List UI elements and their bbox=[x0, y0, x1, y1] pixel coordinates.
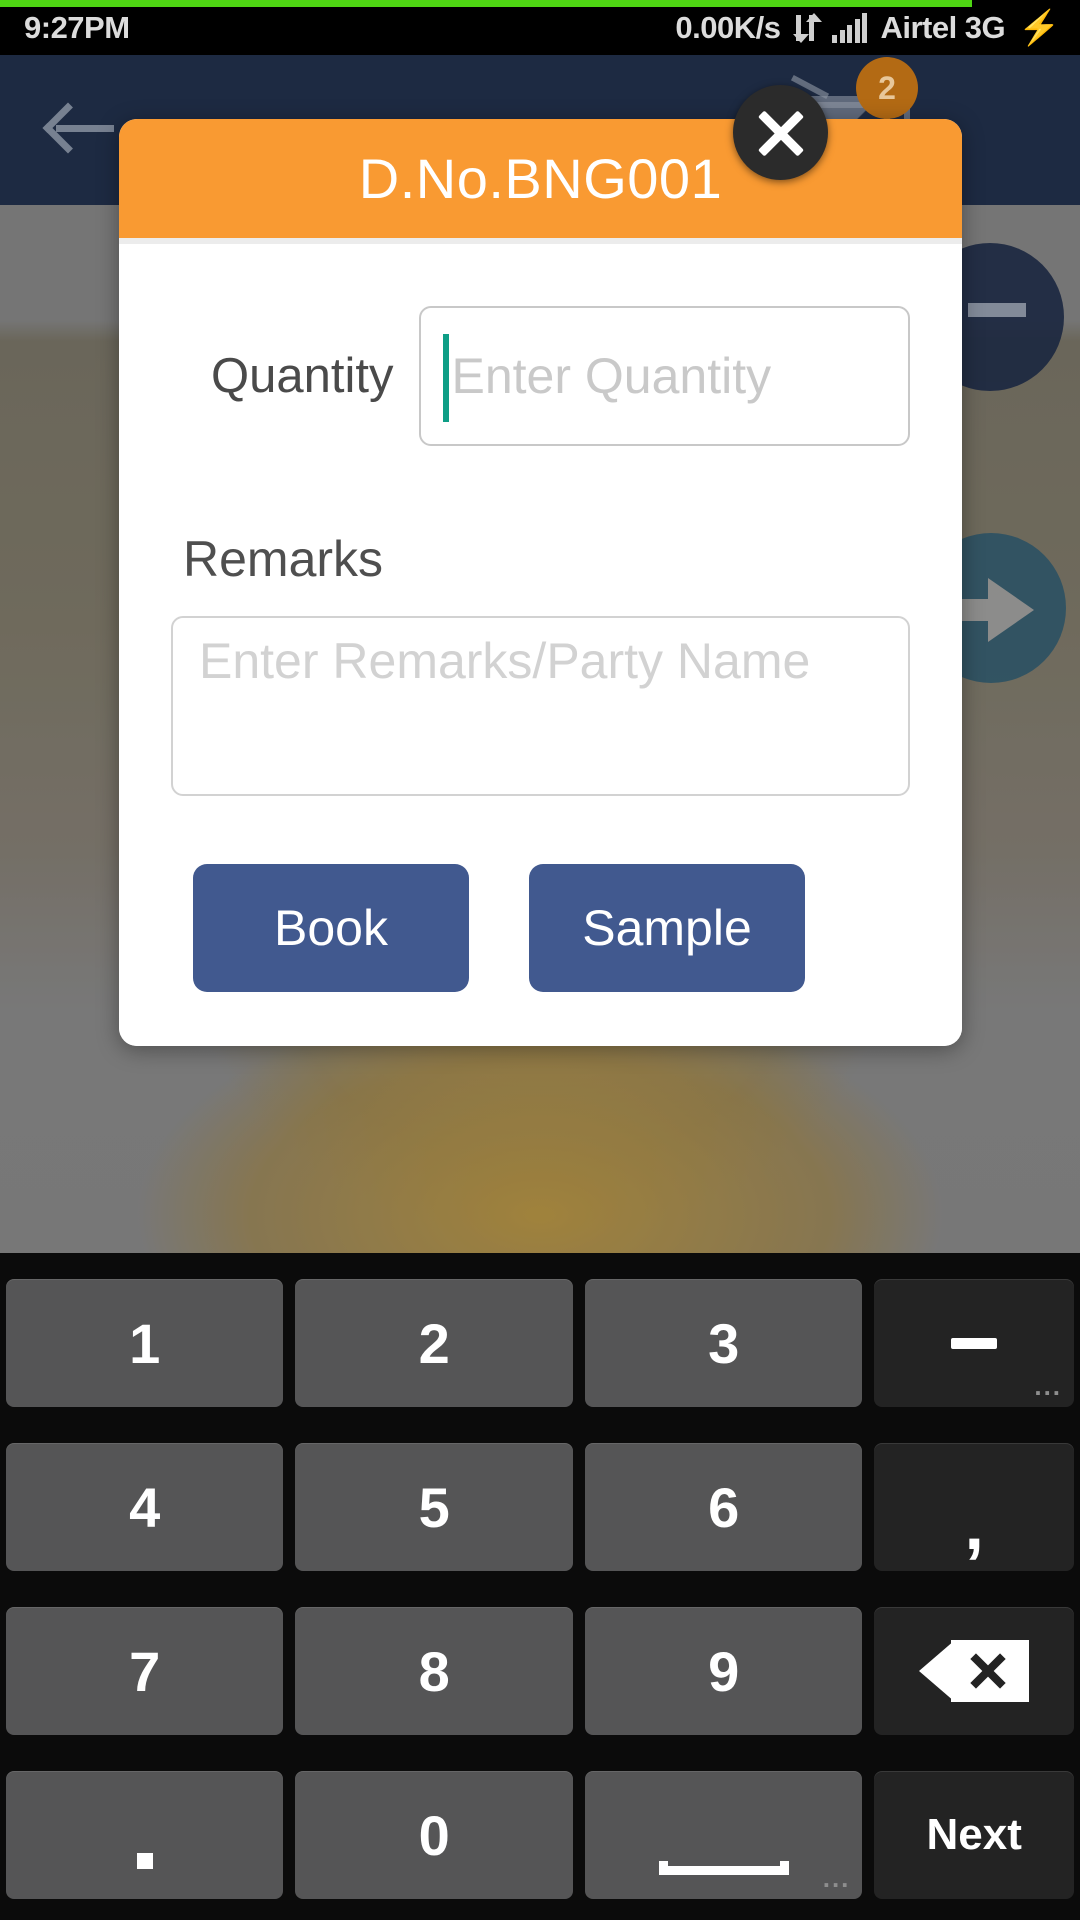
key-backspace[interactable] bbox=[874, 1607, 1075, 1735]
charging-bolt-icon: ⚡ bbox=[1018, 8, 1060, 47]
more-options-dots: ... bbox=[1034, 1371, 1063, 1401]
remarks-label: Remarks bbox=[183, 531, 384, 587]
key-5[interactable]: 5 bbox=[295, 1443, 573, 1571]
key-next[interactable]: Next bbox=[874, 1771, 1075, 1899]
quantity-label: Quantity bbox=[211, 349, 394, 403]
quantity-input[interactable]: Enter Quantity bbox=[419, 306, 910, 446]
space-icon bbox=[658, 1861, 789, 1875]
key-3[interactable]: 3 bbox=[584, 1279, 863, 1407]
key-8[interactable]: 8 bbox=[295, 1607, 573, 1735]
keyboard-row: 1 2 3... bbox=[0, 1261, 1080, 1425]
sample-button[interactable]: Sample bbox=[529, 864, 805, 992]
key-label: 6 bbox=[708, 1475, 740, 1539]
dialog-header: D.No.BNG001 bbox=[119, 119, 962, 244]
key-label: 2 bbox=[418, 1311, 450, 1375]
data-transfer-icon bbox=[793, 12, 823, 43]
dialog-actions: Book Sample bbox=[171, 864, 910, 992]
signal-bars-icon bbox=[832, 12, 868, 43]
carrier-label: Airtel 3G bbox=[880, 10, 1006, 45]
phone-screen: 2 D.No.BNG001 Quantity Enter Quantity Re… bbox=[0, 0, 1080, 1920]
key-0[interactable]: 0 bbox=[295, 1771, 573, 1899]
key-label: 1 bbox=[129, 1311, 161, 1375]
network-speed: 0.00K/s bbox=[675, 10, 781, 45]
dialog-title: D.No.BNG001 bbox=[358, 147, 723, 210]
key-7[interactable]: 7 bbox=[6, 1607, 284, 1735]
booking-dialog: D.No.BNG001 Quantity Enter Quantity Rema… bbox=[119, 119, 962, 1046]
key-comma[interactable]: , bbox=[874, 1443, 1075, 1571]
key-label: 3 bbox=[708, 1311, 740, 1375]
keyboard-row: 7 8 9 bbox=[0, 1589, 1080, 1753]
keyboard-row: 4 5 6, bbox=[0, 1425, 1080, 1589]
remarks-input[interactable]: Enter Remarks/Party Name bbox=[171, 616, 910, 796]
dash-glyph bbox=[951, 1337, 998, 1349]
status-time: 9:27PM bbox=[24, 10, 130, 45]
data-up-arrow bbox=[806, 12, 823, 22]
key-dash[interactable]: ... bbox=[874, 1279, 1075, 1407]
key-label: 7 bbox=[129, 1639, 161, 1703]
next-key-label: Next bbox=[926, 1810, 1022, 1859]
key-label: 5 bbox=[418, 1475, 450, 1539]
more-options-dots: ... bbox=[822, 1863, 851, 1893]
key-label: 4 bbox=[129, 1475, 161, 1539]
key-period[interactable] bbox=[6, 1771, 284, 1899]
key-9[interactable]: 9 bbox=[584, 1607, 863, 1735]
quantity-row: Quantity Enter Quantity bbox=[171, 306, 910, 446]
dialog-body: Quantity Enter Quantity Remarks Enter Re… bbox=[119, 244, 962, 1046]
status-bar: 9:27PM 0.00K/s Airtel 3G ⚡ bbox=[0, 0, 1080, 55]
key-4[interactable]: 4 bbox=[6, 1443, 284, 1571]
data-down-arrow bbox=[793, 33, 810, 43]
remarks-placeholder: Enter Remarks/Party Name bbox=[199, 633, 811, 689]
numeric-keyboard: 1 2 3... 4 5 6, 7 8 9 0... Next bbox=[0, 1253, 1080, 1920]
key-2[interactable]: 2 bbox=[295, 1279, 573, 1407]
quantity-placeholder: Enter Quantity bbox=[451, 348, 772, 404]
network-progress-line bbox=[0, 0, 972, 7]
key-label: 8 bbox=[418, 1639, 450, 1703]
book-button[interactable]: Book bbox=[193, 864, 469, 992]
close-x-icon[interactable] bbox=[733, 85, 828, 180]
text-caret bbox=[443, 334, 450, 422]
period-glyph bbox=[136, 1853, 153, 1869]
key-label: 9 bbox=[708, 1639, 740, 1703]
key-1[interactable]: 1 bbox=[6, 1279, 284, 1407]
status-right-group: 0.00K/s Airtel 3G ⚡ bbox=[675, 11, 1060, 45]
key-6[interactable]: 6 bbox=[584, 1443, 863, 1571]
key-label: 0 bbox=[418, 1803, 450, 1867]
keyboard-row: 0... Next bbox=[0, 1753, 1080, 1917]
key-space[interactable]: ... bbox=[584, 1771, 863, 1899]
backspace-icon bbox=[919, 1640, 1030, 1702]
